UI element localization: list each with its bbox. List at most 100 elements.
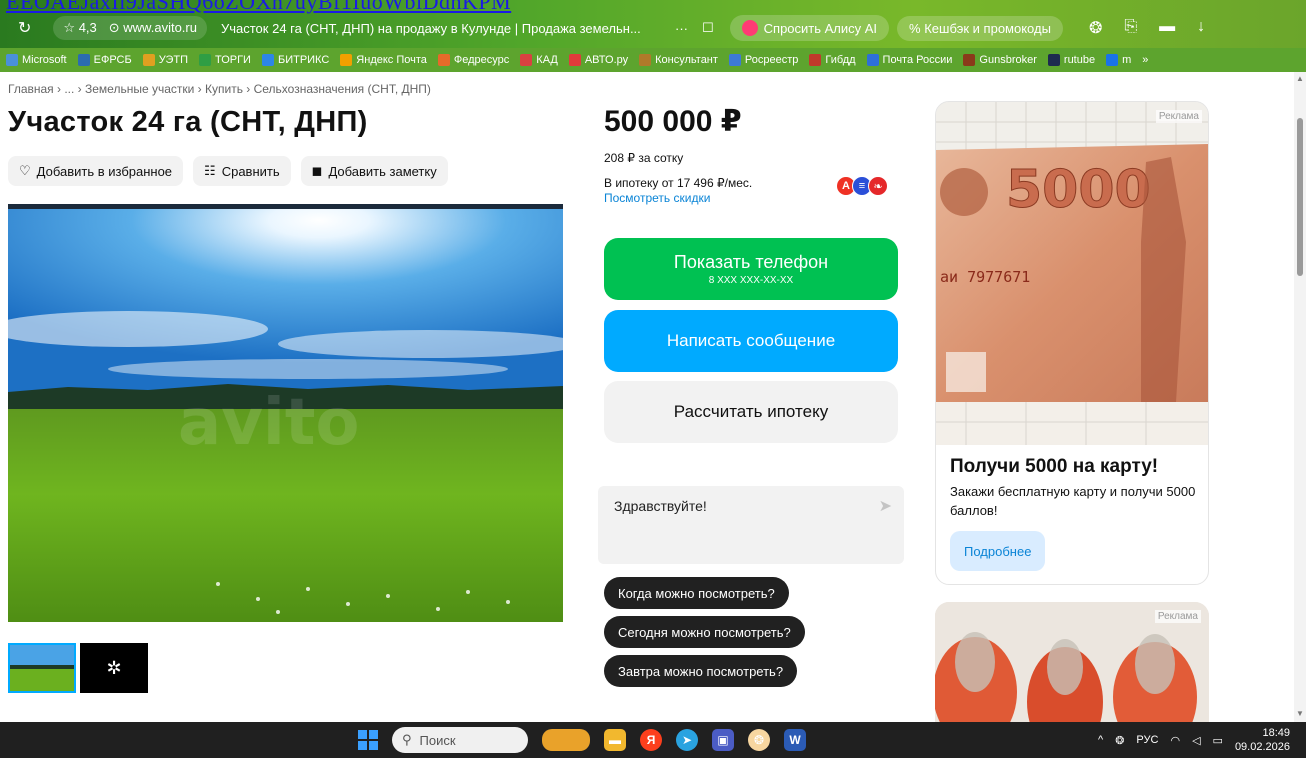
- bookmark-label: АВТО.ру: [584, 54, 629, 66]
- bookmark-item[interactable]: rutube: [1047, 54, 1095, 66]
- overlay-link[interactable]: EEOAEJaxIl9JaSHQ6oZOXh7uyBf1IuoWbiDdhKPM: [6, 0, 511, 13]
- alice-icon: [741, 20, 758, 36]
- app-icon[interactable]: ▣: [712, 729, 734, 751]
- bookmark-label: УЭТП: [158, 54, 188, 66]
- clock[interactable]: 18:49 09.02.2026: [1235, 726, 1290, 754]
- reload-icon[interactable]: ↻: [18, 18, 31, 38]
- scroll-down-icon[interactable]: ▼: [1296, 709, 1304, 718]
- favorite-label: Добавить в избранное: [36, 163, 173, 179]
- bookmark-item[interactable]: Гибдд: [809, 54, 856, 66]
- rating-value: 4,3: [78, 20, 97, 35]
- bookmark-item[interactable]: АВТО.ру: [568, 54, 629, 66]
- bookmark-label: БИТРИКС: [277, 54, 330, 66]
- ad-2-label[interactable]: Реклама: [1154, 610, 1201, 623]
- bookmark-item[interactable]: ТОРГИ: [198, 54, 251, 66]
- cashback-button[interactable]: % Кешбэк и промокоды: [897, 15, 1063, 41]
- bookmark-item[interactable]: Microsoft: [6, 54, 67, 66]
- address-bar[interactable]: ↻ ☆ 4,3 ⊙ www.avito.ru Участок 24 га (СН…: [0, 14, 1306, 42]
- scroll-up-icon[interactable]: ▲: [1296, 74, 1304, 83]
- extension-icon[interactable]: ❂: [1089, 18, 1102, 38]
- discounts-link[interactable]: Посмотреть скидки: [604, 191, 710, 205]
- bookmark-icon: [568, 54, 581, 66]
- show-phone-label: Показать телефон: [673, 252, 829, 272]
- bookmark-item[interactable]: КАД: [520, 54, 558, 66]
- search-icon: ⚲: [402, 732, 412, 747]
- show-phone-button[interactable]: Показать телефон 8 XXX XXX-XX-XX: [604, 238, 898, 300]
- bookmark-item[interactable]: Gunsbroker: [963, 54, 1037, 66]
- cashback-label: Кешбэк и промокоды: [924, 20, 1051, 36]
- thumbnail-photo[interactable]: [8, 643, 76, 693]
- bookmark-label: ТОРГИ: [214, 54, 251, 66]
- bookmark-item[interactable]: Федресурс: [437, 54, 509, 66]
- language-indicator[interactable]: РУС: [1136, 734, 1158, 746]
- bookmark-item[interactable]: Почта России: [866, 54, 953, 66]
- battery-icon[interactable]: ▭: [1213, 734, 1223, 747]
- yandex-browser-icon[interactable]: Я: [640, 729, 662, 751]
- bookmark-icon[interactable]: ☐: [702, 20, 714, 36]
- ad-card[interactable]: 5000 аи 7977671 Реклама Получи 5000 на к…: [935, 101, 1209, 585]
- alice-button[interactable]: Спросить Алису AI: [729, 15, 890, 41]
- ad-text: Закажи бесплатную карту и получи 5000 ба…: [950, 484, 1196, 518]
- quick-question-chip[interactable]: Завтра можно посмотреть?: [604, 655, 798, 687]
- bookmark-item[interactable]: ЕФРСБ: [77, 54, 132, 66]
- ad-image: 5000 аи 7977671 Реклама: [936, 102, 1208, 445]
- widgets-icon[interactable]: [542, 729, 590, 751]
- bookmark-icon: [809, 54, 822, 66]
- mortgage-info: В ипотеку от 17 496 ₽/мес.: [604, 176, 753, 190]
- compare-label: Сравнить: [221, 163, 280, 179]
- folder-icon[interactable]: ▬: [1159, 18, 1175, 38]
- quick-question-chip[interactable]: Когда можно посмотреть?: [604, 577, 789, 609]
- volume-icon[interactable]: ◁: [1192, 734, 1200, 747]
- tray-app-icon[interactable]: ❂: [1115, 734, 1124, 747]
- more-icon[interactable]: ···: [675, 21, 688, 36]
- wifi-icon[interactable]: ◠: [1170, 734, 1180, 747]
- bookmark-item[interactable]: УЭТП: [142, 54, 188, 66]
- ad-more-button[interactable]: Подробнее: [950, 531, 1046, 571]
- calc-mortgage-button[interactable]: Рассчитать ипотеку: [604, 381, 898, 443]
- bookmark-item[interactable]: Росреестр: [728, 54, 798, 66]
- telegram-icon[interactable]: ➤: [676, 729, 698, 751]
- price: 500 000 ₽: [604, 105, 742, 138]
- windows-start-icon[interactable]: [358, 730, 378, 750]
- compare-button[interactable]: ☷ Сравнить: [193, 156, 291, 186]
- bookmark-icon: [261, 54, 274, 66]
- thumbnail-video[interactable]: ✲: [80, 643, 148, 693]
- bookmark-item[interactable]: БИТРИКС: [261, 54, 330, 66]
- scrollbar-thumb[interactable]: [1297, 118, 1303, 276]
- download-icon[interactable]: ↓: [1197, 18, 1205, 38]
- chevron-up-icon[interactable]: ^: [1098, 734, 1103, 746]
- clock-time: 18:49: [1262, 727, 1290, 739]
- system-tray: ^ ❂ РУС ◠ ◁ ▭ 18:49 09.02.2026: [1098, 726, 1290, 754]
- note-button[interactable]: ◼ Добавить заметку: [300, 156, 448, 186]
- main-photo[interactable]: avito: [8, 204, 563, 622]
- bookmark-icon: [728, 54, 741, 66]
- word-icon[interactable]: W: [784, 729, 806, 751]
- page-scrollbar[interactable]: ▲ ▼: [1294, 72, 1306, 722]
- domain-text: www.avito.ru: [123, 20, 197, 35]
- ad-label[interactable]: Реклама: [1155, 110, 1202, 123]
- svg-text:avito: avito: [178, 386, 359, 460]
- quick-question-chip[interactable]: Сегодня можно посмотреть?: [604, 616, 805, 648]
- bank-logos[interactable]: А ≡ ❧: [836, 176, 888, 196]
- write-message-button[interactable]: Написать сообщение: [604, 310, 898, 372]
- bookmark-label: Почта России: [882, 54, 953, 66]
- taskbar-search[interactable]: ⚲ Поиск: [392, 727, 528, 753]
- bank-icon: ❧: [868, 176, 888, 196]
- ad-card-2[interactable]: Реклама: [935, 602, 1209, 722]
- file-explorer-icon[interactable]: ▬: [604, 729, 626, 751]
- favorite-button[interactable]: ♡ Добавить в избранное: [8, 156, 184, 186]
- bookmark-item[interactable]: m: [1106, 54, 1131, 66]
- site-rating[interactable]: ☆ 4,3 ⊙ www.avito.ru: [53, 16, 207, 40]
- bookmark-item[interactable]: Консультант: [639, 54, 718, 66]
- message-input[interactable]: Здравствуйте! ➤: [598, 486, 904, 564]
- ad-heading: Получи 5000 на карту!: [950, 456, 1159, 477]
- send-icon[interactable]: ➤: [879, 496, 892, 516]
- bookmark-icon: [866, 54, 879, 66]
- collections-icon[interactable]: ⎘: [1124, 18, 1137, 38]
- bookmark-label: КАД: [536, 54, 558, 66]
- note-icon: ◼: [311, 163, 323, 178]
- bookmark-item[interactable]: Яндекс Почта: [340, 54, 427, 66]
- bookmark-item[interactable]: »: [1142, 54, 1148, 66]
- browser-active-icon[interactable]: ❂: [748, 729, 770, 751]
- breadcrumb[interactable]: Главная › ... › Земельные участки › Купи…: [8, 82, 431, 96]
